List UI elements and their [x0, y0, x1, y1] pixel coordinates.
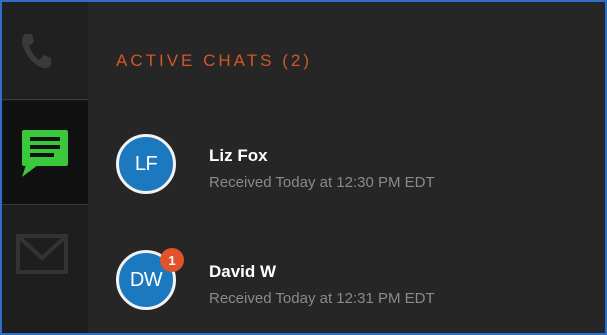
chat-icon — [22, 129, 68, 177]
section-title: ACTIVE CHATS (2) — [116, 51, 312, 70]
rail-item-mail[interactable] — [2, 206, 88, 333]
channel-rail — [2, 2, 88, 333]
rail-item-chat[interactable] — [2, 101, 88, 205]
rail-item-phone[interactable] — [2, 2, 88, 100]
phone-icon — [22, 33, 51, 68]
received-time: Received Today at 12:30 PM EDT — [209, 174, 435, 191]
contact-name: David W — [209, 262, 277, 281]
mail-icon — [16, 234, 68, 274]
unread-badge: 1 — [160, 248, 184, 272]
chat-panel: ACTIVE CHATS (2) LF Liz Fox Received Tod… — [88, 2, 605, 333]
received-time: Received Today at 12:31 PM EDT — [209, 290, 435, 307]
contact-name: Liz Fox — [209, 146, 268, 165]
chat-row[interactable]: LF Liz Fox Received Today at 12:30 PM ED… — [88, 128, 605, 208]
chat-row[interactable]: DW 1 David W Received Today at 12:31 PM … — [88, 244, 605, 324]
window-frame: ACTIVE CHATS (2) LF Liz Fox Received Tod… — [0, 0, 607, 335]
avatar: LF — [116, 134, 176, 194]
